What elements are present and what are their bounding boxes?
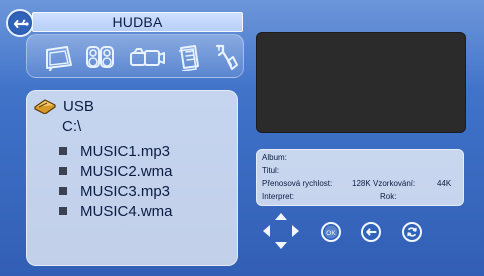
usb-drive-icon bbox=[34, 99, 56, 114]
sample-label: Vzorkování: bbox=[373, 179, 416, 188]
ok-button[interactable]: OK bbox=[321, 222, 341, 242]
artist-label: Interpret: bbox=[262, 192, 295, 201]
dpad-icon bbox=[263, 213, 299, 249]
documents-icon[interactable] bbox=[173, 43, 203, 76]
file-bullet-icon bbox=[59, 147, 67, 155]
file-name: MUSIC3.mp3 bbox=[80, 182, 171, 200]
category-icon-strip bbox=[26, 34, 244, 78]
file-bullet-icon bbox=[59, 187, 67, 195]
page-title: HUDBA bbox=[112, 14, 163, 30]
drive-label: USB bbox=[63, 97, 94, 115]
speakers-icon[interactable] bbox=[83, 43, 117, 76]
video-cameras-icon[interactable] bbox=[127, 43, 167, 76]
file-bullet-icon bbox=[59, 167, 67, 175]
sample-value: 44K bbox=[437, 179, 452, 188]
return-arrow-icon bbox=[361, 222, 381, 242]
media-player-screen: HUDBA USB C:\ MUSIC1.mp3 MUSIC2.wma MUSI… bbox=[0, 0, 484, 276]
usb-back-icon bbox=[12, 15, 30, 33]
file-name: MUSIC2.wma bbox=[80, 162, 173, 180]
title-bar: HUDBA bbox=[32, 12, 243, 32]
file-item[interactable]: MUSIC1.mp3 bbox=[59, 141, 173, 161]
file-name: MUSIC4.wma bbox=[80, 202, 173, 220]
return-button[interactable] bbox=[361, 222, 381, 242]
file-item[interactable]: MUSIC3.mp3 bbox=[59, 181, 173, 201]
ok-icon: OK bbox=[321, 222, 341, 242]
file-browser-panel: USB C:\ MUSIC1.mp3 MUSIC2.wma MUSIC3.mp3… bbox=[26, 90, 238, 266]
settings-wrench-icon[interactable] bbox=[209, 43, 239, 76]
ok-label: OK bbox=[326, 230, 336, 237]
file-name: MUSIC1.mp3 bbox=[80, 142, 171, 160]
picture-frame-icon[interactable] bbox=[41, 43, 73, 76]
file-bullet-icon bbox=[59, 207, 67, 215]
file-item[interactable]: MUSIC4.wma bbox=[59, 201, 173, 221]
album-label: Album: bbox=[262, 153, 287, 162]
drive-row[interactable]: USB bbox=[33, 97, 94, 115]
file-item[interactable]: MUSIC2.wma bbox=[59, 161, 173, 181]
year-label: Rok: bbox=[380, 192, 397, 201]
file-list: MUSIC1.mp3 MUSIC2.wma MUSIC3.mp3 MUSIC4.… bbox=[59, 141, 173, 221]
title-label: Titul: bbox=[262, 166, 280, 175]
repeat-icon bbox=[402, 222, 422, 242]
current-path: C:\ bbox=[62, 118, 82, 135]
dpad-control[interactable] bbox=[261, 211, 301, 251]
bitrate-value: 128K bbox=[352, 179, 371, 188]
bitrate-label: Přenosová rychlost: bbox=[262, 179, 333, 188]
repeat-button[interactable] bbox=[402, 222, 422, 242]
track-info-panel: Album: Titul: Přenosová rychlost: 128K V… bbox=[256, 149, 464, 206]
back-usb-button[interactable] bbox=[6, 9, 34, 37]
preview-area bbox=[256, 32, 466, 133]
